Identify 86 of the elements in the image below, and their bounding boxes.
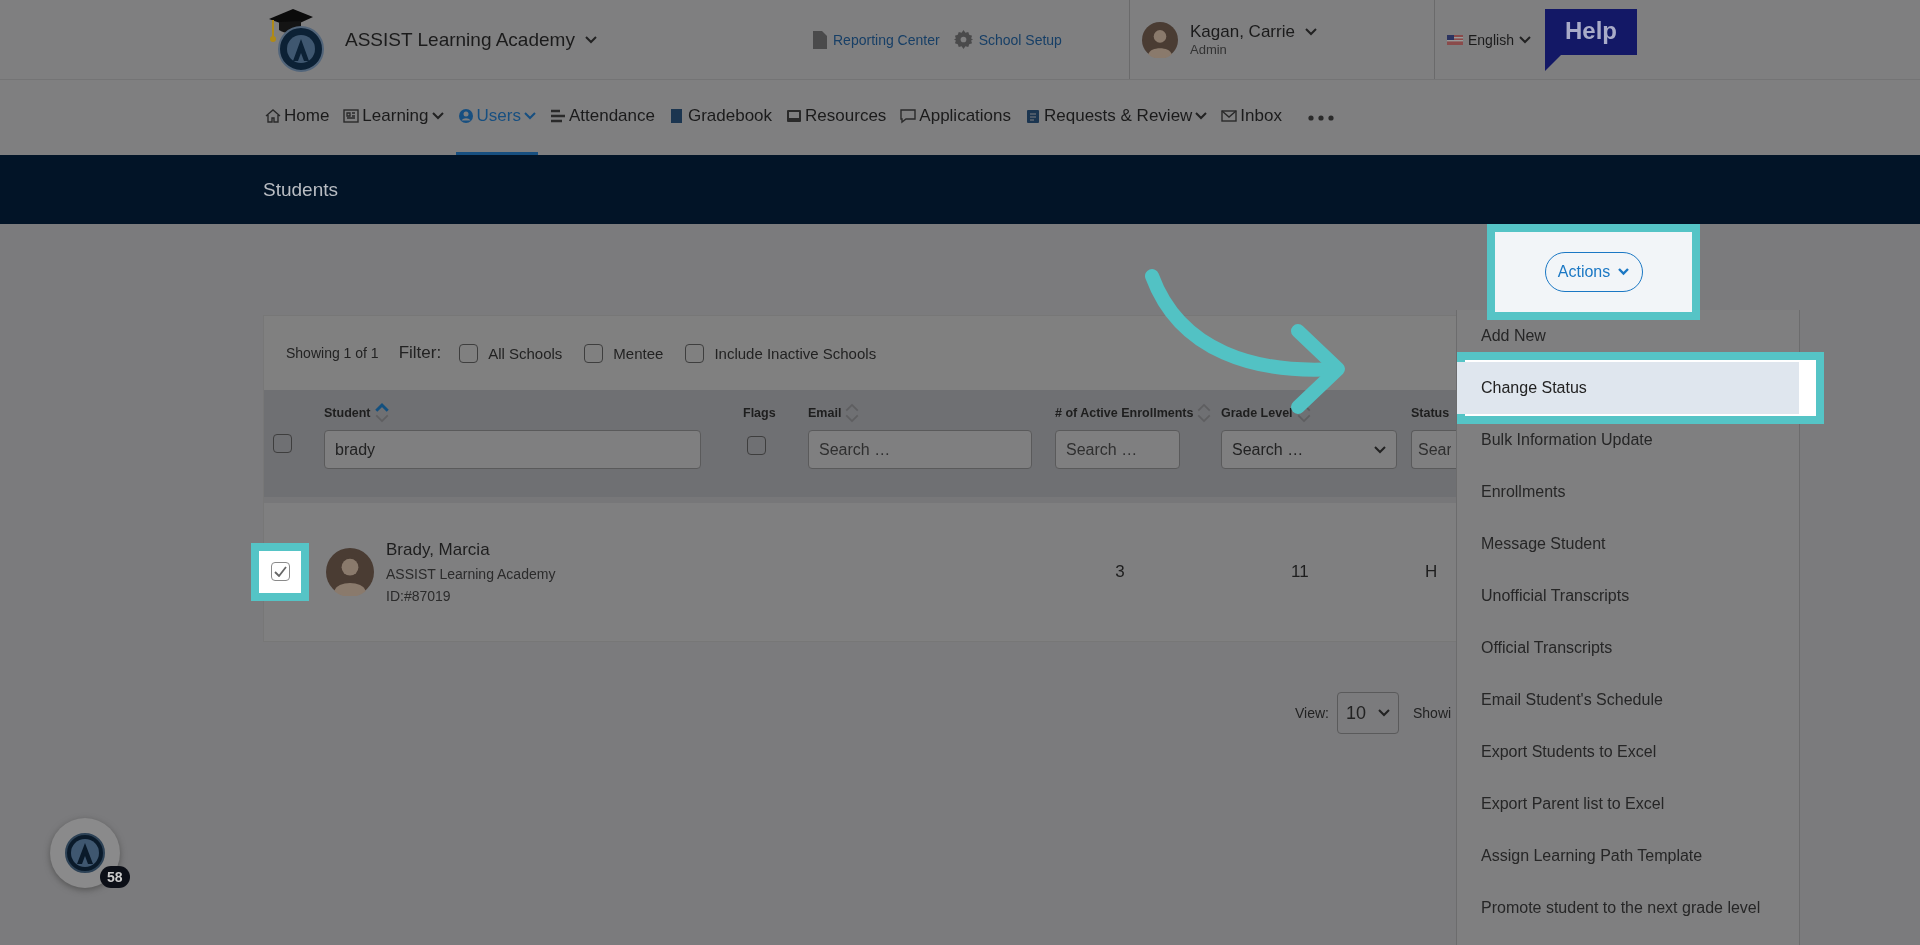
result-count: Showing 1 of 1: [286, 345, 379, 361]
book-icon: [668, 108, 685, 124]
page-size-select[interactable]: 10: [1337, 692, 1399, 734]
filter-label: Filter:: [398, 343, 442, 363]
bars-icon: [549, 108, 566, 124]
column-header[interactable]: # of Active Enrollments: [1055, 406, 1194, 420]
chat-button[interactable]: [50, 818, 120, 888]
menu-item[interactable]: Bulk Information Update: [1457, 425, 1799, 455]
menu-item[interactable]: Unofficial Transcripts: [1457, 581, 1799, 611]
checkbox-label[interactable]: All Schools: [488, 344, 563, 362]
user-role: Admin: [1190, 42, 1228, 57]
checkbox-label[interactable]: Mentee: [613, 344, 664, 362]
nav-item[interactable]: Learning: [341, 80, 446, 155]
user-icon: [457, 108, 474, 124]
user-name[interactable]: Kagan, Carrie: [1190, 22, 1295, 42]
menu-item[interactable]: Export Parent list to Excel: [1457, 789, 1799, 819]
student-id: ID:#87019: [386, 587, 452, 604]
document-icon: [813, 30, 827, 49]
chevron-down-icon: [1618, 268, 1630, 276]
checkbox-label[interactable]: Include Inactive Schools: [714, 344, 877, 362]
column-header[interactable]: Student: [324, 406, 371, 420]
chevron-down-icon: [584, 35, 597, 44]
menu-item[interactable]: Assign Learning Path Template: [1457, 841, 1799, 871]
input-field[interactable]: Search …: [1055, 430, 1180, 469]
nav-item[interactable]: Attendance: [547, 80, 657, 155]
checkbox[interactable]: [747, 436, 766, 455]
menu-item[interactable]: Change Status: [1457, 362, 1799, 414]
checkbox[interactable]: [685, 343, 705, 363]
table-cell: H: [1425, 561, 1438, 582]
checkbox[interactable]: [459, 343, 479, 363]
menu-item[interactable]: Promote student to the next grade level: [1457, 893, 1799, 923]
nav-item[interactable]: Applications: [898, 80, 1013, 155]
header-link[interactable]: Reporting Center: [833, 31, 940, 48]
nav-item[interactable]: Inbox: [1219, 80, 1284, 155]
checkbox[interactable]: [584, 343, 604, 363]
menu-item[interactable]: Export Students to Excel: [1457, 737, 1799, 767]
nav-item[interactable]: Home: [263, 80, 332, 155]
tray-icon: [786, 108, 803, 124]
column-header[interactable]: Email: [808, 406, 842, 420]
table-cell: 11: [1291, 561, 1309, 582]
language-selector[interactable]: English: [1468, 31, 1514, 48]
menu-item[interactable]: Add New: [1457, 321, 1799, 351]
chevron-down-icon: [431, 112, 444, 120]
column-header[interactable]: Grade Level: [1221, 406, 1293, 420]
view-label: View:: [1295, 705, 1329, 721]
table-cell: 3: [1115, 561, 1125, 582]
student-name[interactable]: Brady, Marcia: [386, 539, 556, 560]
menu-item[interactable]: Official Transcripts: [1457, 633, 1799, 663]
page-title: Students: [263, 178, 338, 201]
chevron-down-icon: [1304, 28, 1317, 36]
checkbox[interactable]: [273, 434, 292, 453]
menu-item[interactable]: Enrollments: [1457, 477, 1799, 507]
sort-ascending-icon[interactable]: [373, 401, 390, 425]
menu-item[interactable]: Message Student: [1457, 529, 1799, 559]
chevron-down-icon: [523, 112, 536, 120]
pagination-summary: Showi: [1413, 705, 1452, 721]
chevron-down-icon: [1518, 35, 1531, 44]
menu-item[interactable]: Email Student's Schedule: [1457, 685, 1799, 715]
column-header: Flags: [743, 406, 776, 420]
nav-item[interactable]: Requests & Review: [1023, 80, 1210, 155]
chevron-down-icon: [1378, 709, 1390, 717]
home-icon: [265, 108, 281, 124]
nav-item[interactable]: Gradebook: [666, 80, 775, 155]
logo-icon: [65, 833, 105, 873]
column-header: Status: [1411, 406, 1450, 420]
input-field[interactable]: brady: [324, 430, 701, 469]
notification-badge: 58: [100, 866, 130, 888]
grid-icon: [343, 108, 360, 124]
avatar: [1142, 21, 1178, 58]
more-icon[interactable]: [1307, 114, 1334, 121]
checkbox[interactable]: [270, 562, 290, 581]
clipboard-icon: [1025, 108, 1041, 124]
input-field[interactable]: Search …: [808, 430, 1032, 469]
header-link[interactable]: School Setup: [978, 31, 1062, 48]
mail-icon: [1221, 108, 1238, 124]
input-field[interactable]: Sear: [1411, 430, 1457, 469]
chevron-down-icon: [1195, 112, 1208, 120]
school-name[interactable]: ASSIST Learning Academy: [345, 28, 575, 51]
speech-bubble-icon: [900, 108, 917, 124]
flag-icon: [1447, 34, 1463, 45]
nav-item[interactable]: Resources: [784, 80, 889, 155]
avatar: [326, 547, 374, 596]
dropdown-field[interactable]: Search …: [1221, 430, 1397, 469]
student-school: ASSIST Learning Academy: [386, 565, 556, 582]
gear-icon: [953, 30, 973, 49]
chevron-down-icon: [1374, 445, 1386, 454]
